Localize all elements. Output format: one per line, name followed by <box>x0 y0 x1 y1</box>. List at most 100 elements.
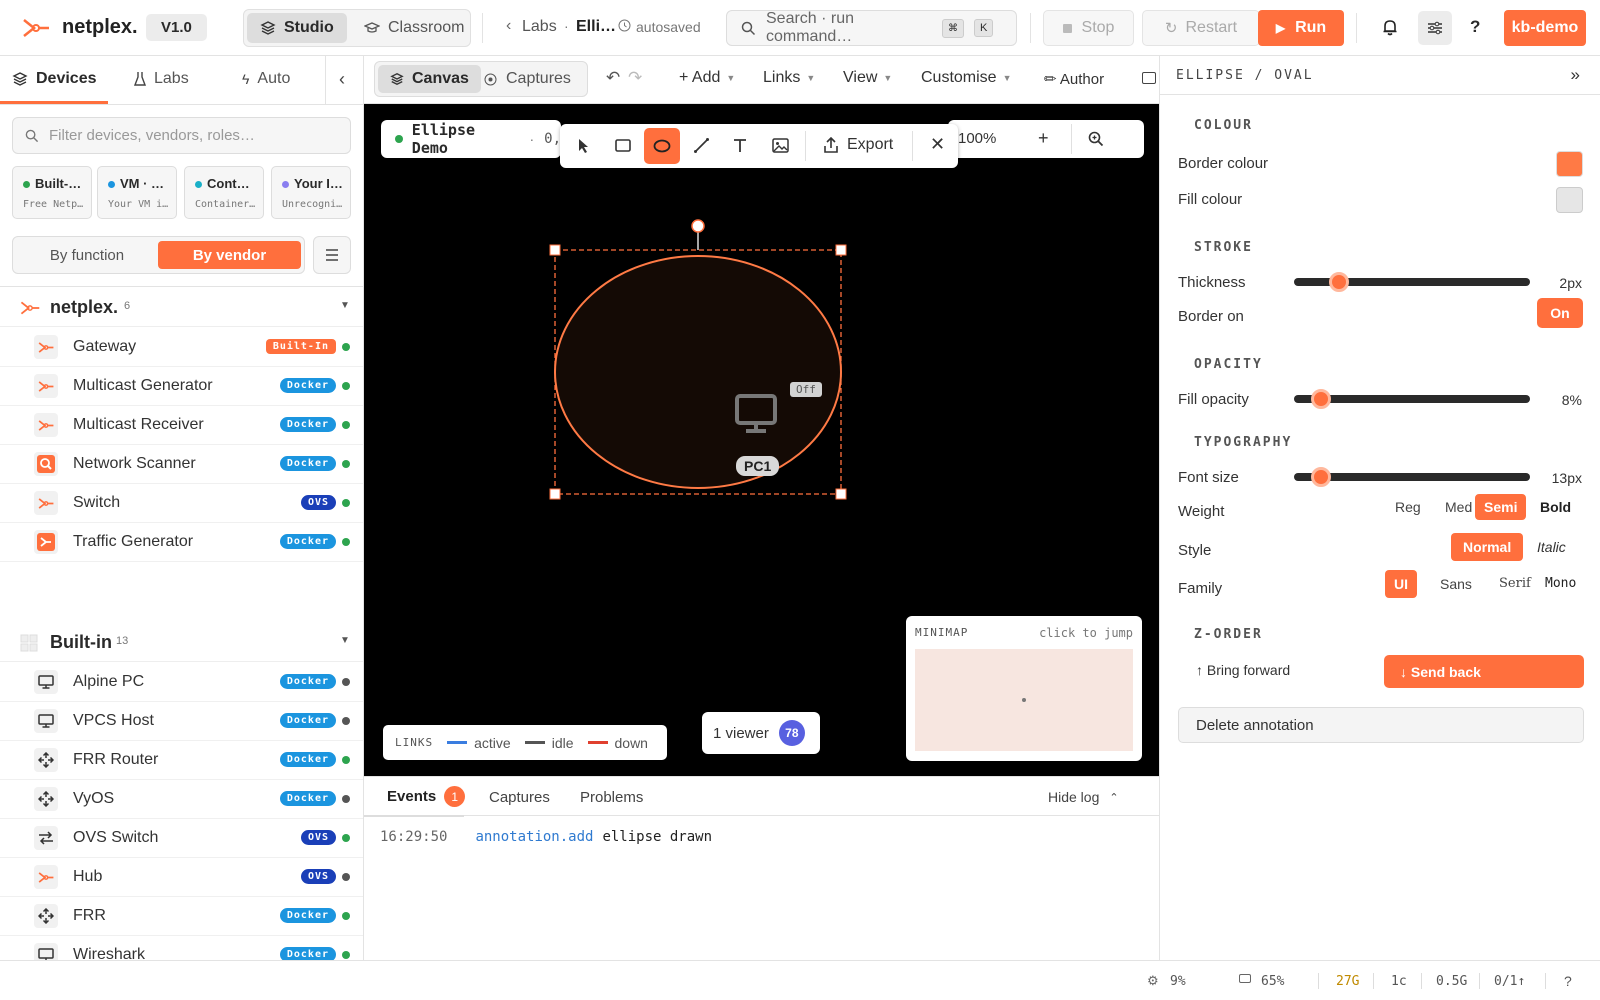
device-item[interactable]: VyOS Docker <box>0 779 363 819</box>
fill-opacity-slider-thumb[interactable] <box>1311 389 1331 409</box>
app-name: netplex. <box>62 16 138 38</box>
bring-forward-button[interactable]: ↑ Bring forward <box>1196 662 1290 678</box>
device-item[interactable]: Hub OVS <box>0 857 363 897</box>
redo-icon[interactable]: ↷ <box>628 68 642 88</box>
weight-option-bold[interactable]: Bold <box>1531 494 1580 520</box>
device-item[interactable]: FRR Docker <box>0 896 363 936</box>
viewers-indicator[interactable]: 1 viewer 78 <box>702 712 820 754</box>
breadcrumb-labs[interactable]: Labs <box>522 18 557 36</box>
device-status-dot <box>342 678 350 686</box>
log-tab-problems[interactable]: Problems <box>580 789 643 806</box>
family-option-ui[interactable]: UI <box>1385 570 1417 598</box>
author-button[interactable]: ✏ Author <box>1044 70 1104 88</box>
font-size-value: 13px <box>1551 470 1582 486</box>
device-item[interactable]: Network Scanner Docker <box>0 444 363 484</box>
border-colour-swatch[interactable] <box>1556 151 1583 177</box>
device-item[interactable]: Multicast Receiver Docker <box>0 405 363 445</box>
resize-handle-sw[interactable] <box>549 488 561 500</box>
undo-icon[interactable]: ↶ <box>606 68 620 88</box>
delete-annotation-button[interactable]: Delete annotation <box>1178 707 1584 743</box>
traffic-icon <box>34 530 58 554</box>
group-by-function[interactable]: By function <box>18 241 156 269</box>
image-icon[interactable] <box>1142 72 1156 84</box>
node-pc1[interactable] <box>734 394 778 434</box>
style-option-normal[interactable]: Normal <box>1451 533 1524 561</box>
send-back-button[interactable]: ↓ Send back <box>1384 655 1584 688</box>
lab-canvas[interactable]: Ellipse Demo · 0, 100% + Export ✕ Off PC… <box>364 104 1159 776</box>
source-card[interactable]: Built-… Free Netp… <box>12 166 92 219</box>
log-tab-captures[interactable]: Captures <box>489 789 550 806</box>
resize-handle-ne[interactable] <box>835 244 847 256</box>
restart-button[interactable]: ↻ Restart <box>1142 10 1260 46</box>
settings-sliders-icon[interactable] <box>1418 11 1452 45</box>
breadcrumb-current[interactable]: Elli… <box>576 18 616 36</box>
add-menu[interactable]: + Add ▼ <box>679 69 735 87</box>
restart-icon: ↻ <box>1164 20 1178 37</box>
collapse-panel-button[interactable]: » <box>1571 65 1580 85</box>
thickness-slider-thumb[interactable] <box>1329 272 1349 292</box>
hide-log-button[interactable]: Hide log ⌃ <box>1048 789 1119 805</box>
customise-menu[interactable]: Customise ▼ <box>921 69 1012 87</box>
tab-devices[interactable]: Devices <box>12 70 97 88</box>
run-button[interactable]: ▶ Run <box>1258 10 1344 46</box>
family-label: Family <box>1178 580 1223 597</box>
family-option-sans[interactable]: Sans <box>1431 570 1481 598</box>
weight-option-semi[interactable]: Semi <box>1475 494 1527 520</box>
device-item[interactable]: Traffic Generator Docker <box>0 522 363 562</box>
fill-colour-swatch[interactable] <box>1556 187 1583 213</box>
studio-tab[interactable]: Studio <box>247 13 347 43</box>
command-search[interactable]: Search · run command… ⌘ K <box>726 10 1017 46</box>
bell-icon[interactable] <box>1382 18 1398 36</box>
resize-handle-nw[interactable] <box>549 244 561 256</box>
user-menu[interactable]: kb-demo <box>1504 10 1586 46</box>
netplex-logo-icon <box>22 17 50 39</box>
tab-labs[interactable]: Labs <box>134 70 189 88</box>
family-option-mono[interactable]: Mono <box>1536 570 1585 597</box>
version-badge[interactable]: V1.0 <box>146 14 207 41</box>
minimap[interactable]: MINIMAP click to jump <box>906 616 1142 761</box>
netplex-icon <box>34 865 58 889</box>
device-item[interactable]: Wireshark Docker <box>0 935 363 960</box>
status-help-button[interactable]: ? <box>1564 973 1572 989</box>
log-tab-events[interactable]: Events 1 <box>387 786 466 807</box>
canvas-toolbar: Canvas Captures ↶ ↷ + Add ▼ Links ▼ View ▼ … <box>364 56 1159 104</box>
source-card[interactable]: Your I… Unrecogni… <box>271 166 351 219</box>
classroom-tab[interactable]: Classroom <box>356 13 472 43</box>
group-header-netplex[interactable]: netplex. 6 ▼ <box>0 287 363 327</box>
tab-canvas[interactable]: Canvas <box>378 65 481 93</box>
family-option-serif[interactable]: Serif <box>1490 570 1540 597</box>
tab-captures[interactable]: Captures <box>484 65 571 93</box>
back-chevron-icon[interactable]: ‹ <box>506 17 511 35</box>
font-size-slider[interactable] <box>1294 467 1530 487</box>
group-header-built-in[interactable]: Built-in 13 ▼ <box>0 622 363 662</box>
tab-auto[interactable]: ϟ Auto <box>242 70 290 88</box>
collapse-panel-icon[interactable]: ‹ <box>339 69 345 90</box>
device-item[interactable]: Gateway Built-In <box>0 327 363 367</box>
ellipse-annotation[interactable] <box>554 255 842 489</box>
device-item[interactable]: Alpine PC Docker <box>0 662 363 702</box>
source-card[interactable]: Cont… Container… <box>184 166 264 219</box>
device-filter-input[interactable]: Filter devices, vendors, roles… <box>12 117 351 154</box>
border-on-toggle[interactable]: On <box>1537 298 1583 328</box>
device-item[interactable]: Multicast Generator Docker <box>0 366 363 406</box>
resize-handle-se[interactable] <box>835 488 847 500</box>
source-card[interactable]: VM · … Your VM i… <box>97 166 177 219</box>
links-menu[interactable]: Links ▼ <box>763 69 815 87</box>
device-item[interactable]: VPCS Host Docker <box>0 701 363 741</box>
weight-option-reg[interactable]: Reg <box>1386 494 1430 520</box>
group-by-vendor[interactable]: By vendor <box>158 241 301 269</box>
view-menu[interactable]: View ▼ <box>843 69 892 87</box>
stop-button[interactable]: Stop <box>1043 10 1134 46</box>
thickness-slider[interactable] <box>1294 272 1530 292</box>
rotate-handle[interactable] <box>691 219 705 233</box>
fill-opacity-slider[interactable] <box>1294 389 1530 409</box>
help-button[interactable]: ? <box>1470 17 1480 37</box>
device-item[interactable]: Switch OVS <box>0 483 363 523</box>
font-size-slider-thumb[interactable] <box>1311 467 1331 487</box>
style-option-italic[interactable]: Italic <box>1528 533 1575 561</box>
device-item[interactable]: OVS Switch OVS <box>0 818 363 858</box>
minimap-viewport[interactable] <box>915 649 1133 751</box>
list-options-icon[interactable] <box>313 236 351 274</box>
device-status-dot <box>342 912 350 920</box>
device-item[interactable]: FRR Router Docker <box>0 740 363 780</box>
